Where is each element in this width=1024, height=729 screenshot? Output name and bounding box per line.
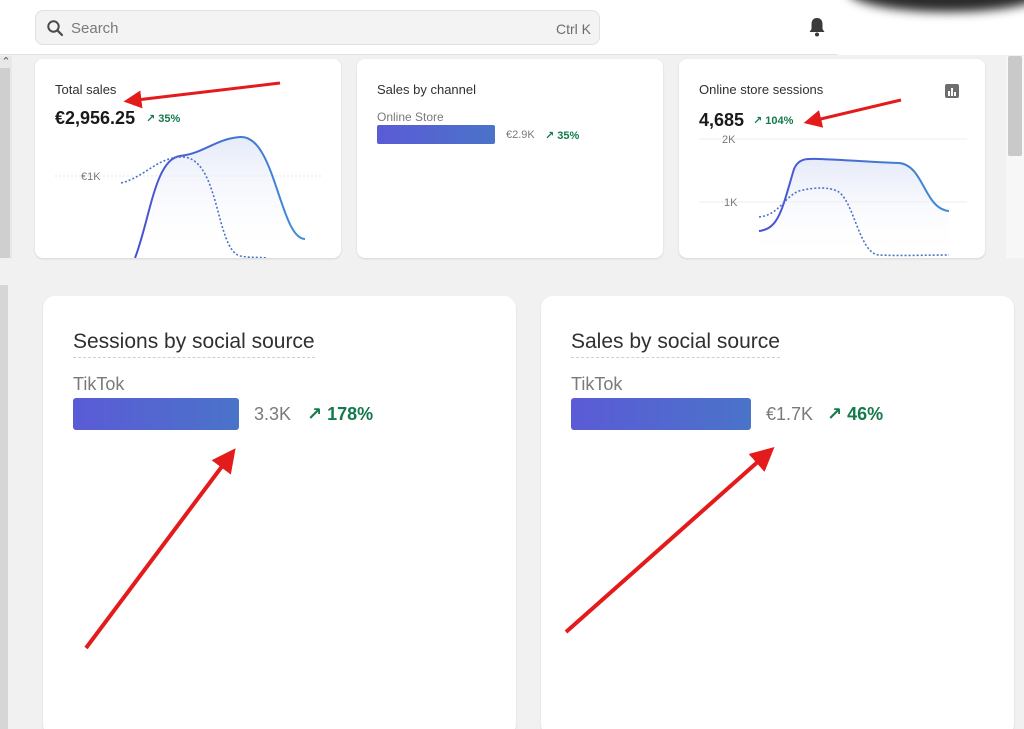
bell-icon[interactable] <box>808 16 826 38</box>
right-scrollbar-thumb[interactable] <box>1008 56 1022 156</box>
online-store-sessions-card[interactable]: Online store sessions 4,685 ↗ 104% 2K 1K <box>679 59 985 258</box>
axis-label-2k: 2K <box>722 134 736 146</box>
top-bar: Search Ctrl K <box>0 0 1024 55</box>
total-sales-card[interactable]: Total sales €2,956.25 ↗ 35% €1K <box>35 59 341 258</box>
sessions-chart: 2K 1K <box>699 134 967 258</box>
sales-by-social-card[interactable]: Sales by social source TikTok €1.7K ↗ 46… <box>541 296 1014 729</box>
source-bar[interactable] <box>571 398 751 430</box>
left-scroll-region: ⌃ <box>0 56 12 258</box>
arrow-up-right-icon: ↗ <box>545 130 555 142</box>
channel-label: Online Store <box>377 110 444 124</box>
source-delta: ↗ 178% <box>307 404 374 424</box>
card-title[interactable]: Sessions by social source <box>73 330 315 358</box>
arrow-up-right-icon: ↗ <box>827 404 843 424</box>
channel-delta: ↗ 35% <box>545 130 580 142</box>
card-title: Sales by channel <box>377 82 477 97</box>
search-placeholder: Search <box>71 20 119 37</box>
source-label: TikTok <box>571 374 623 394</box>
card-title[interactable]: Sales by social source <box>571 330 780 358</box>
right-scrollbar[interactable] <box>1006 56 1024 258</box>
axis-label-1k: €1K <box>81 171 101 183</box>
search-bar[interactable]: Search Ctrl K <box>35 10 600 45</box>
source-bar[interactable] <box>73 398 239 430</box>
source-label: TikTok <box>73 374 125 394</box>
channel-value: €2.9K <box>506 129 535 141</box>
left-scrollbar-lower[interactable] <box>0 285 8 729</box>
axis-label-1k: 1K <box>724 197 738 209</box>
arrow-up-right-icon: ↗ <box>307 404 323 424</box>
collapse-caret-icon[interactable]: ⌃ <box>0 56 12 68</box>
sessions-by-social-card[interactable]: Sessions by social source TikTok 3.3K ↗ … <box>43 296 516 729</box>
source-delta: ↗ 46% <box>827 404 884 424</box>
search-icon <box>47 20 64 37</box>
source-value: 3.3K <box>254 404 292 424</box>
total-sales-chart: €1K <box>55 135 323 258</box>
corner-shadow <box>838 0 1024 55</box>
source-value: €1.7K <box>766 404 814 424</box>
sales-by-channel-card[interactable]: Sales by channel Online Store €2.9K ↗ 35… <box>357 59 663 258</box>
left-scrollbar[interactable] <box>0 68 10 258</box>
channel-bar[interactable] <box>377 125 495 144</box>
search-shortcut: Ctrl K <box>556 21 591 37</box>
